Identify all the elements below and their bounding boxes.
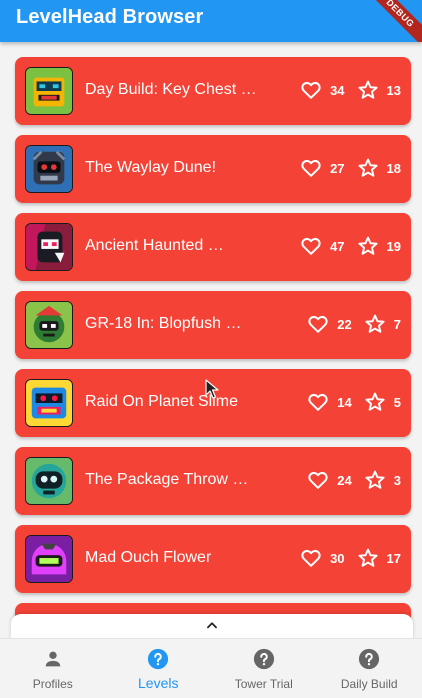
stars-count: 19 [386, 238, 401, 254]
app-title: LevelHead Browser [16, 6, 204, 28]
level-thumbnail [25, 379, 73, 427]
level-stats: 24 3 [307, 469, 401, 491]
stars-count: 17 [386, 550, 401, 566]
nav-label: Daily Build [340, 677, 398, 691]
app-bar: LevelHead Browser DEBUG [0, 0, 422, 42]
level-title: Day Build: Key Chest … [85, 81, 257, 98]
star-icon[interactable] [357, 79, 379, 101]
heart-icon[interactable] [307, 313, 329, 335]
nav-item-profiles[interactable]: Profiles [0, 639, 106, 698]
level-card[interactable]: Mad Ouch Flower 30 17 [15, 525, 411, 593]
level-title: Mad Ouch Flower [85, 549, 212, 566]
heart-icon[interactable] [300, 547, 322, 569]
nav-label: Tower Trial [234, 677, 293, 691]
nav-item-levels[interactable]: Levels [106, 639, 212, 698]
heart-icon[interactable] [307, 391, 329, 413]
level-title: GR-18 In: Blopfush … [85, 315, 242, 332]
level-card[interactable]: GR-18 In: Blopfush … 22 7 [15, 291, 411, 359]
stars-count: 7 [393, 316, 401, 332]
stars-count: 13 [386, 82, 401, 98]
level-stats: 27 18 [300, 157, 401, 179]
stars-count: 5 [393, 394, 401, 410]
level-thumbnail [25, 535, 73, 583]
robot-thumbnail-icon [26, 68, 72, 114]
debug-banner: DEBUG [360, 0, 422, 42]
heart-icon[interactable] [300, 157, 322, 179]
star-icon[interactable] [357, 235, 379, 257]
level-stats: 22 7 [307, 313, 401, 335]
level-title: The Waylay Dune! [85, 159, 217, 176]
robot-thumbnail-icon [26, 536, 72, 582]
heart-icon[interactable] [300, 79, 322, 101]
robot-thumbnail-icon [26, 302, 72, 348]
robot-thumbnail-icon [26, 380, 72, 426]
robot-thumbnail-icon [26, 224, 72, 270]
help-circle-icon [359, 648, 380, 670]
level-title: The Package Throw … [85, 471, 249, 488]
likes-count: 22 [337, 316, 352, 332]
star-icon[interactable] [357, 547, 379, 569]
level-card[interactable]: The Package Throw … 24 3 [15, 447, 411, 515]
nav-item-daily-build[interactable]: Daily Build [317, 639, 422, 698]
help-circle-icon [148, 648, 169, 670]
chevron-up-icon [207, 622, 217, 629]
level-thumbnail [25, 457, 73, 505]
mouse-cursor-icon [205, 379, 219, 399]
level-card[interactable]: The Waylay Dune! 27 18 [15, 135, 411, 203]
likes-count: 34 [330, 82, 345, 98]
level-thumbnail [25, 67, 73, 115]
level-card[interactable]: Day Build: Key Chest … 34 13 [15, 57, 411, 125]
heart-icon[interactable] [307, 469, 329, 491]
level-thumbnail [25, 145, 73, 193]
likes-count: 47 [330, 238, 345, 254]
level-stats: 14 5 [307, 391, 401, 413]
stars-count: 18 [386, 160, 401, 176]
likes-count: 24 [337, 472, 352, 488]
expand-sheet-handle[interactable] [11, 614, 413, 640]
level-title: Ancient Haunted … [85, 237, 224, 254]
likes-count: 27 [330, 160, 345, 176]
robot-thumbnail-icon [26, 458, 72, 504]
person-icon [45, 651, 61, 667]
star-icon[interactable] [364, 469, 386, 491]
star-icon[interactable] [357, 157, 379, 179]
star-icon[interactable] [364, 313, 386, 335]
level-thumbnail [25, 223, 73, 271]
nav-item-tower-trial[interactable]: Tower Trial [211, 639, 317, 698]
heart-icon[interactable] [300, 235, 322, 257]
likes-count: 30 [330, 550, 345, 566]
level-stats: 47 19 [300, 235, 401, 257]
level-thumbnail [25, 301, 73, 349]
likes-count: 14 [337, 394, 352, 410]
nav-label: Levels [138, 675, 179, 691]
bottom-navigation: Profiles Levels Tower Trial Daily Build [0, 638, 422, 698]
level-stats: 30 17 [300, 547, 401, 569]
robot-thumbnail-icon [26, 146, 72, 192]
level-list[interactable]: Day Build: Key Chest … 34 13 The Waylay … [0, 42, 422, 638]
level-stats: 34 13 [300, 79, 401, 101]
stars-count: 3 [393, 472, 401, 488]
help-circle-icon [253, 648, 274, 670]
star-icon[interactable] [364, 391, 386, 413]
nav-label: Profiles [32, 677, 73, 691]
level-card[interactable]: Ancient Haunted … 47 19 [15, 213, 411, 281]
